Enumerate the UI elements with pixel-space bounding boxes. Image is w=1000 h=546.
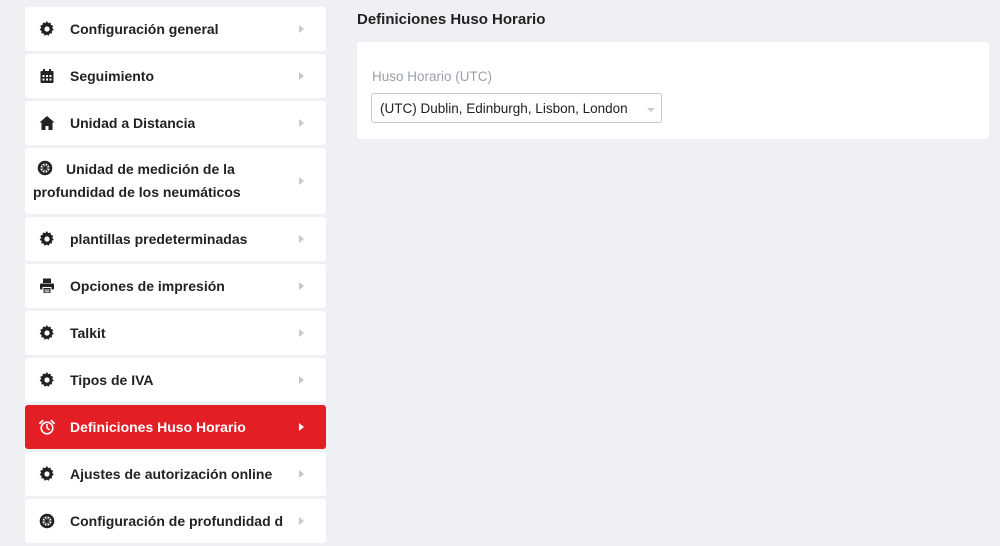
page-title: Definiciones Huso Horario bbox=[357, 11, 546, 28]
sidebar-item-opciones-impresion[interactable]: Opciones de impresión bbox=[25, 264, 326, 308]
sidebar-item-unidad-distancia[interactable]: Unidad a Distancia bbox=[25, 101, 326, 145]
calendar-icon bbox=[37, 66, 57, 86]
sidebar-item-label: Tipos de IVA bbox=[70, 372, 154, 388]
timezone-select[interactable]: (UTC) Dublin, Edinburgh, Lisbon, London bbox=[371, 93, 662, 123]
alarm-clock-icon bbox=[37, 417, 57, 437]
home-icon bbox=[37, 113, 57, 133]
settings-sidebar: Configuración general Seguimiento Unidad… bbox=[25, 7, 326, 546]
sidebar-item-label: Talkit bbox=[70, 325, 106, 341]
chevron-down-icon bbox=[647, 108, 655, 112]
timezone-select-value: (UTC) Dublin, Edinburgh, Lisbon, London bbox=[380, 100, 628, 116]
chevron-right-icon bbox=[299, 376, 304, 384]
sidebar-item-label: Definiciones Huso Horario bbox=[70, 419, 246, 435]
sidebar-item-plantillas-predeterminadas[interactable]: plantillas predeterminadas bbox=[25, 217, 326, 261]
sidebar-item-label: Ajustes de autorización online bbox=[70, 466, 273, 482]
tire-icon bbox=[37, 160, 53, 176]
chevron-right-icon bbox=[299, 119, 304, 127]
chevron-right-icon bbox=[299, 72, 304, 80]
sidebar-item-configuracion-general[interactable]: Configuración general bbox=[25, 7, 326, 51]
printer-icon bbox=[37, 276, 57, 296]
chevron-right-icon bbox=[299, 235, 304, 243]
tire-icon bbox=[37, 511, 57, 531]
timezone-field-label: Huso Horario (UTC) bbox=[372, 69, 493, 84]
gear-icon bbox=[37, 370, 57, 390]
gear-icon bbox=[37, 19, 57, 39]
chevron-right-icon bbox=[299, 282, 304, 290]
sidebar-item-label: Configuración de profundidad d bbox=[70, 513, 284, 529]
sidebar-item-unidad-profundidad-neumaticos[interactable]: Unidad de medición de la profundidad de … bbox=[25, 148, 326, 214]
sidebar-item-label: Seguimiento bbox=[70, 68, 155, 84]
gear-icon bbox=[37, 323, 57, 343]
sidebar-item-seguimiento[interactable]: Seguimiento bbox=[25, 54, 326, 98]
sidebar-item-tipos-iva[interactable]: Tipos de IVA bbox=[25, 358, 326, 402]
sidebar-item-label: Configuración general bbox=[70, 21, 219, 37]
chevron-right-icon bbox=[299, 25, 304, 33]
sidebar-item-configuracion-profundidad[interactable]: Configuración de profundidad d bbox=[25, 499, 326, 543]
chevron-right-icon bbox=[299, 470, 304, 478]
chevron-right-icon bbox=[299, 517, 304, 525]
sidebar-item-label: Unidad a Distancia bbox=[70, 115, 196, 131]
sidebar-item-label: Opciones de impresión bbox=[70, 278, 225, 294]
chevron-right-icon bbox=[299, 329, 304, 337]
sidebar-item-definiciones-huso-horario[interactable]: Definiciones Huso Horario bbox=[25, 405, 326, 449]
chevron-right-icon bbox=[299, 423, 304, 431]
sidebar-item-talkit[interactable]: Talkit bbox=[25, 311, 326, 355]
gear-icon bbox=[37, 229, 57, 249]
sidebar-item-ajustes-autorizacion-online[interactable]: Ajustes de autorización online bbox=[25, 452, 326, 496]
chevron-right-icon bbox=[299, 177, 304, 185]
timezone-settings-panel: Huso Horario (UTC) (UTC) Dublin, Edinbur… bbox=[357, 42, 989, 139]
gear-icon bbox=[37, 464, 57, 484]
sidebar-item-label: Unidad de medición de la profundidad de … bbox=[33, 161, 241, 200]
sidebar-item-label: plantillas predeterminadas bbox=[70, 231, 248, 247]
